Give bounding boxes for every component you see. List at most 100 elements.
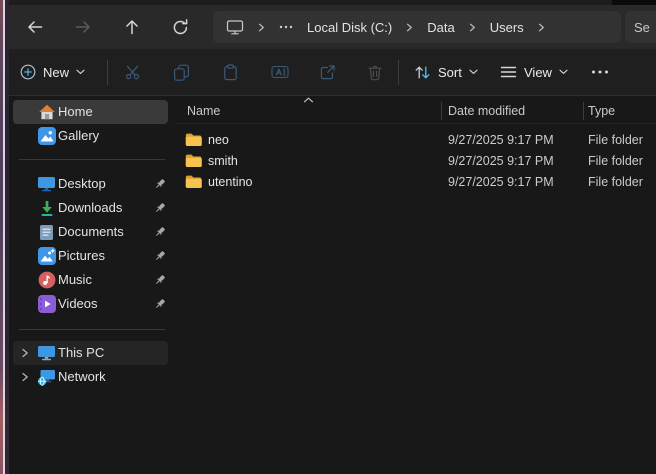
pin-icon[interactable]: [154, 298, 166, 310]
sidebar-item-music[interactable]: Music: [13, 268, 168, 292]
sidebar-item-label: Desktop: [58, 172, 106, 196]
forward-button[interactable]: [68, 12, 98, 42]
sidebar-item-desktop[interactable]: Desktop: [13, 172, 168, 196]
command-bar: New: [9, 49, 656, 96]
sidebar-item-label: Home: [58, 100, 93, 124]
cut-button[interactable]: [114, 49, 150, 95]
toolbar-divider: [107, 60, 108, 85]
this-pc-monitor-icon[interactable]: [226, 19, 244, 36]
sidebar: Home Gallery Desktop Downloads: [9, 97, 175, 474]
documents-icon: [37, 223, 56, 241]
sidebar-item-network[interactable]: Network: [13, 365, 168, 389]
folder-icon: [185, 154, 202, 168]
search-box-text: Se: [634, 20, 650, 35]
file-row[interactable]: utentino 9/27/2025 9:17 PM File folder: [175, 171, 656, 192]
delete-icon: [367, 64, 383, 81]
back-icon: [25, 17, 45, 37]
file-type: File folder: [583, 154, 656, 168]
share-button[interactable]: [309, 49, 345, 95]
file-row[interactable]: smith 9/27/2025 9:17 PM File folder: [175, 150, 656, 171]
sidebar-item-label: Documents: [58, 220, 124, 244]
gallery-icon: [37, 127, 56, 145]
file-type: File folder: [583, 175, 656, 189]
sidebar-item-label: Gallery: [58, 124, 99, 148]
pictures-icon: [37, 247, 56, 265]
file-name: utentino: [208, 175, 252, 189]
up-icon: [122, 17, 142, 37]
breadcrumb-segment[interactable]: Users: [490, 20, 524, 35]
sidebar-item-label: Videos: [58, 292, 98, 316]
pin-icon[interactable]: [154, 226, 166, 238]
pin-icon[interactable]: [154, 274, 166, 286]
chevron-right-icon[interactable]: [21, 372, 29, 382]
address-bar[interactable]: Local Disk (C:) Data Users: [213, 11, 621, 43]
sidebar-item-label: Downloads: [58, 196, 122, 220]
view-list-icon: [500, 65, 517, 79]
this-pc-icon: [37, 344, 56, 362]
new-button-label: New: [43, 65, 69, 80]
file-row[interactable]: neo 9/27/2025 9:17 PM File folder: [175, 129, 656, 150]
music-icon: [37, 271, 56, 289]
more-options-icon: [591, 70, 609, 74]
view-button-label: View: [524, 65, 552, 80]
breadcrumb-segment[interactable]: Data: [427, 20, 454, 35]
new-button[interactable]: New: [20, 49, 85, 95]
forward-icon: [73, 17, 93, 37]
sidebar-item-label: This PC: [58, 341, 104, 365]
search-input[interactable]: Se: [625, 11, 656, 43]
file-name: neo: [208, 133, 229, 147]
paste-icon: [222, 64, 239, 81]
delete-button[interactable]: [357, 49, 393, 95]
chevron-down-icon: [76, 69, 85, 75]
view-button[interactable]: View: [500, 49, 568, 95]
sidebar-item-videos[interactable]: Videos: [13, 292, 168, 316]
more-options-button[interactable]: [582, 49, 618, 95]
sidebar-item-gallery[interactable]: Gallery: [13, 124, 168, 148]
chevron-right-icon: [258, 23, 265, 32]
column-header-type[interactable]: Type: [583, 104, 656, 118]
chevron-right-icon[interactable]: [469, 23, 476, 32]
rename-button[interactable]: [262, 49, 298, 95]
column-resize-handle[interactable]: [583, 102, 584, 120]
network-icon: [37, 368, 56, 386]
chevron-right-icon[interactable]: [21, 348, 29, 358]
share-icon: [319, 64, 336, 81]
folder-icon: [185, 175, 202, 189]
refresh-icon: [171, 18, 190, 37]
pin-icon[interactable]: [154, 250, 166, 262]
sidebar-item-pictures[interactable]: Pictures: [13, 244, 168, 268]
sidebar-item-documents[interactable]: Documents: [13, 220, 168, 244]
ellipsis-icon[interactable]: [279, 25, 293, 29]
column-resize-handle[interactable]: [441, 102, 442, 120]
sidebar-item-label: Pictures: [58, 244, 105, 268]
file-type: File folder: [583, 133, 656, 147]
sidebar-item-home[interactable]: Home: [13, 100, 168, 124]
sort-icon: [414, 64, 431, 81]
new-plus-circle-icon: [20, 64, 36, 80]
sidebar-item-downloads[interactable]: Downloads: [13, 196, 168, 220]
sidebar-divider: [19, 159, 165, 160]
sort-button[interactable]: Sort: [414, 49, 478, 95]
pin-icon[interactable]: [154, 178, 166, 190]
breadcrumb-segment[interactable]: Local Disk (C:): [307, 20, 392, 35]
file-date-modified: 9/27/2025 9:17 PM: [441, 154, 583, 168]
refresh-button[interactable]: [165, 12, 195, 42]
sidebar-divider: [19, 329, 165, 330]
file-date-modified: 9/27/2025 9:17 PM: [441, 175, 583, 189]
paste-button[interactable]: [212, 49, 248, 95]
up-button[interactable]: [117, 12, 147, 42]
sidebar-item-this-pc[interactable]: This PC: [13, 341, 168, 365]
column-header-date-modified[interactable]: Date modified: [441, 104, 583, 118]
file-date-modified: 9/27/2025 9:17 PM: [441, 133, 583, 147]
header-divider: [175, 123, 656, 124]
chevron-right-icon[interactable]: [538, 23, 545, 32]
home-icon: [37, 103, 56, 121]
downloads-icon: [37, 199, 56, 217]
pin-icon[interactable]: [154, 202, 166, 214]
back-button[interactable]: [20, 12, 50, 42]
column-header-name[interactable]: Name: [175, 104, 441, 118]
copy-button[interactable]: [163, 49, 199, 95]
desktop-icon: [37, 175, 56, 193]
chevron-right-icon[interactable]: [406, 23, 413, 32]
file-explorer-window: Local Disk (C:) Data Users Se New: [0, 0, 656, 474]
